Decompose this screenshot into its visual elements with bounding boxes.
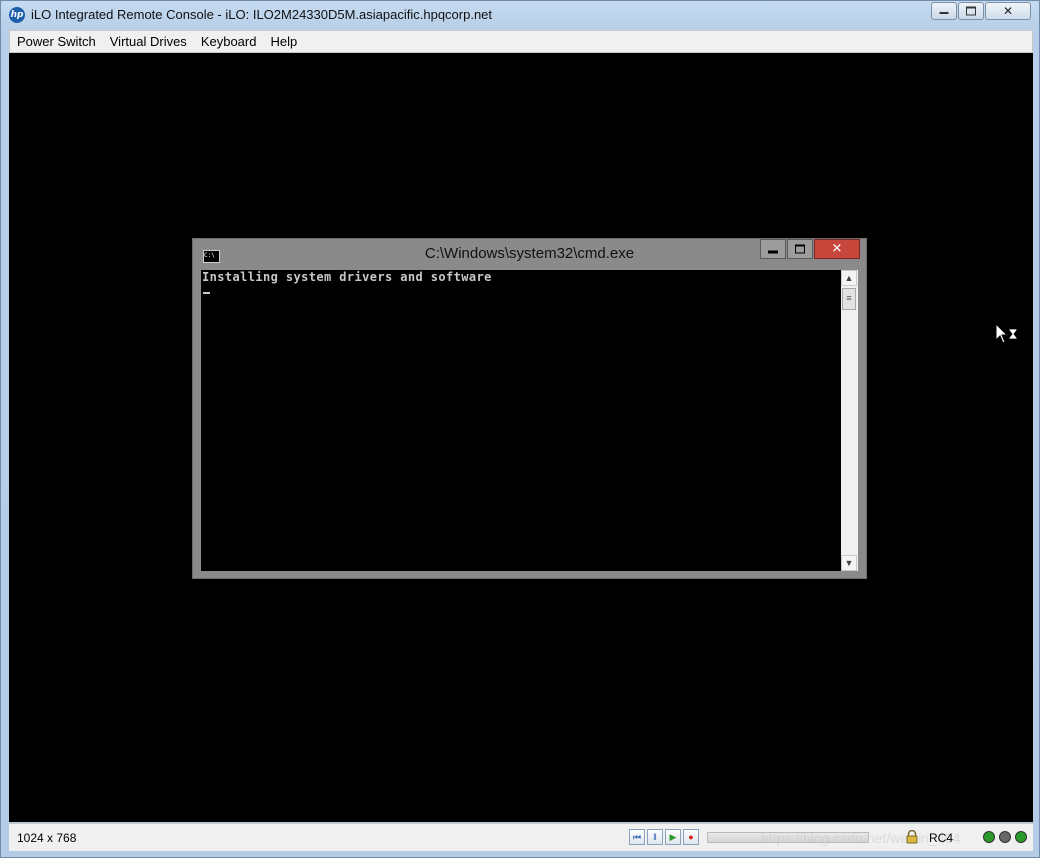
cmd-scrollbar[interactable]: ▲ ≡ ▼ <box>841 270 858 571</box>
skip-back-icon: ⏮ <box>632 832 642 842</box>
record-icon: ● <box>688 832 694 842</box>
status-bar: 1024 x 768 ⏮ ‖ ▶ ● https://blog.csdn.net… <box>9 823 1033 851</box>
menu-keyboard[interactable]: Keyboard <box>194 31 264 52</box>
restore-icon <box>966 6 976 16</box>
cmd-maximize-button[interactable] <box>787 239 813 259</box>
console-output-line: Installing system drivers and software <box>202 270 492 284</box>
minimize-button[interactable] <box>931 2 957 20</box>
maximize-icon <box>795 244 805 254</box>
busy-pointer-icon <box>995 323 1018 344</box>
play-icon: ▶ <box>669 832 677 842</box>
cmd-close-button[interactable]: ✕ <box>814 239 860 259</box>
menu-help[interactable]: Help <box>263 31 304 52</box>
pause-button[interactable]: ‖ <box>647 829 663 845</box>
cmd-window[interactable]: C:\ C:\Windows\system32\cmd.exe ✕ Instal… <box>192 238 867 579</box>
health-icon[interactable] <box>983 831 995 843</box>
menu-power-switch[interactable]: Power Switch <box>10 31 103 52</box>
window-title: iLO Integrated Remote Console - iLO: ILO… <box>31 7 493 22</box>
window-controls: ✕ <box>930 2 1031 22</box>
power-icon[interactable] <box>999 831 1011 843</box>
text-cursor <box>203 292 210 294</box>
scroll-thumb[interactable]: ≡ <box>842 288 856 310</box>
minimize-icon <box>768 250 778 254</box>
play-button[interactable]: ▶ <box>665 829 681 845</box>
close-icon: ✕ <box>831 241 843 257</box>
resolution-label: 1024 x 768 <box>17 831 77 845</box>
close-icon: ✕ <box>1002 4 1014 18</box>
close-button[interactable]: ✕ <box>985 2 1031 20</box>
encryption-label: RC4 <box>929 831 954 845</box>
title-bar[interactable]: hp iLO Integrated Remote Console - iLO: … <box>1 1 1039 29</box>
menu-virtual-drives[interactable]: Virtual Drives <box>103 31 194 52</box>
playback-controls: ⏮ ‖ ▶ ● <box>629 829 701 845</box>
hp-logo-icon: hp <box>9 7 25 23</box>
cmd-console[interactable]: Installing system drivers and software <box>201 270 841 571</box>
minimize-icon <box>939 11 949 14</box>
connection-icon[interactable] <box>1015 831 1027 843</box>
record-button[interactable]: ● <box>683 829 699 845</box>
skip-back-button[interactable]: ⏮ <box>629 829 645 845</box>
remote-screen[interactable]: C:\ C:\Windows\system32\cmd.exe ✕ Instal… <box>9 53 1033 822</box>
remote-console-window: hp iLO Integrated Remote Console - iLO: … <box>0 0 1040 858</box>
scroll-down-button[interactable]: ▼ <box>841 555 857 571</box>
scroll-up-button[interactable]: ▲ <box>841 270 857 286</box>
menu-bar: Power Switch Virtual Drives Keyboard Hel… <box>9 30 1033 53</box>
pause-icon: ‖ <box>653 832 657 842</box>
restore-button[interactable] <box>958 2 984 20</box>
cmd-minimize-button[interactable] <box>760 239 786 259</box>
status-indicators <box>983 831 1031 843</box>
lock-icon[interactable] <box>905 830 919 844</box>
